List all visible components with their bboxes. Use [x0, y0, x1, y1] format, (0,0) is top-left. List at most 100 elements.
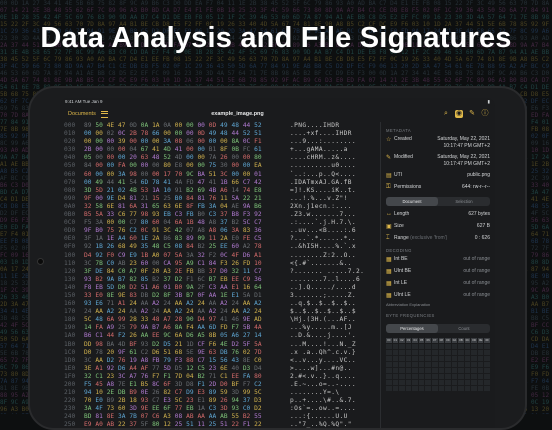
frequency-cell[interactable] — [471, 379, 477, 385]
hex-byte[interactable]: C2 — [254, 381, 261, 388]
hex-byte[interactable]: C9 — [118, 252, 125, 259]
hex-byte[interactable]: E3 — [197, 389, 204, 396]
hex-byte[interactable]: DB — [141, 292, 148, 299]
hex-byte[interactable]: 0C — [118, 130, 125, 137]
hex-byte[interactable]: 9F — [118, 349, 125, 356]
frequency-cell[interactable] — [471, 343, 477, 349]
hex-byte[interactable]: 26 — [220, 154, 227, 161]
hex-byte[interactable]: AA — [197, 324, 204, 331]
hex-byte[interactable]: 08 — [175, 138, 182, 145]
hex-byte[interactable]: F1 — [163, 373, 170, 380]
hex-bytes[interactable]: B5 5A 33 C6 77 98 93 EB C3 FB B0 C3 37 B8 F3 92 — [84, 211, 290, 219]
hex-byte[interactable]: 24 — [118, 308, 125, 315]
hex-byte[interactable]: 76 — [209, 195, 216, 202]
hex-byte[interactable]: 6F — [163, 405, 170, 412]
hex-byte[interactable]: 5D — [107, 284, 114, 291]
hex-byte[interactable]: 3C — [84, 260, 91, 267]
hex-byte[interactable]: BB — [197, 268, 204, 275]
hex-byte[interactable]: 5A — [231, 195, 238, 202]
ascii-text[interactable]: ..D.&....j....'. — [290, 332, 356, 340]
ascii-text[interactable]: 3.......;.....Z. — [290, 292, 356, 300]
hex-row[interactable]: 190 14 FA A9 25 79 9A B7 A6 8A F4 AA 6D FD F7 5B 4A ...%y… — [60, 324, 378, 332]
hex-byte[interactable]: F5 — [84, 219, 91, 226]
hex-byte[interactable]: AD — [254, 316, 261, 323]
hex-byte[interactable]: 3A — [84, 405, 91, 412]
frequency-cell[interactable] — [386, 379, 392, 385]
hex-byte[interactable]: 00 — [118, 154, 125, 161]
hex-byte[interactable]: 48 — [152, 243, 159, 250]
hex-byte[interactable]: E1 — [129, 381, 136, 388]
frequency-cell[interactable] — [412, 385, 418, 391]
hex-byte[interactable]: 00 — [220, 138, 227, 145]
hex-byte[interactable]: 09 — [197, 235, 204, 242]
hex-bytes[interactable]: B6 C1 44 F2 26 AA EE 9C 6A D6 A5 8B 05 A6 27 14 — [84, 332, 290, 340]
hex-byte[interactable]: 1A — [152, 122, 159, 129]
frequency-cell[interactable] — [438, 373, 445, 379]
hex-byte[interactable]: 4F — [231, 252, 238, 259]
hex-byte[interactable]: 6A — [129, 203, 136, 210]
hex-byte[interactable]: C7 — [197, 357, 204, 364]
hex-byte[interactable]: 3C — [163, 227, 170, 234]
hex-byte[interactable]: AA — [141, 300, 148, 307]
hex-byte[interactable]: FD — [220, 324, 227, 331]
hex-row[interactable]: 130 93 B2 9A B7 82 85 B2 37 D2 F1 6C B7 EB EE C9 36.....… — [60, 276, 378, 284]
hex-byte[interactable]: 18 — [129, 397, 136, 404]
hex-byte[interactable]: 79 — [129, 324, 136, 331]
hex-byte[interactable]: 95 — [175, 260, 182, 267]
frequency-cell[interactable] — [386, 343, 392, 349]
hex-byte[interactable]: AA — [163, 308, 170, 315]
hex-byte[interactable]: B2 — [197, 243, 204, 250]
hex-byte[interactable]: 24 — [84, 308, 91, 315]
hex-byte[interactable]: 84 — [84, 162, 91, 169]
hex-byte[interactable]: 25 — [209, 243, 216, 250]
hex-byte[interactable]: 3D — [220, 405, 227, 412]
hex-byte[interactable]: 49 — [220, 122, 227, 129]
hex-byte[interactable]: 23 — [209, 365, 216, 372]
frequency-cell[interactable] — [458, 379, 464, 385]
frequency-cell[interactable] — [464, 349, 471, 355]
ascii-text[interactable]: ..].Q...../....d — [290, 284, 356, 292]
hex-byte[interactable]: AA — [95, 308, 102, 315]
frequency-cell[interactable] — [438, 361, 445, 367]
hex-byte[interactable]: B1 — [209, 146, 216, 153]
frequency-cell[interactable] — [458, 385, 464, 391]
hex-bytes[interactable]: E9 A0 AB 22 37 5F 80 12 25 51 11 25 51 22 F1 22 — [84, 421, 290, 428]
hex-byte[interactable]: F3 — [175, 357, 182, 364]
hex-byte[interactable]: D4 — [84, 252, 91, 259]
frequency-cell[interactable] — [451, 349, 458, 355]
hex-byte[interactable]: 1B — [186, 219, 193, 226]
frequency-cell[interactable] — [464, 373, 471, 379]
hex-byte[interactable]: EE — [152, 332, 159, 339]
hex-byte[interactable]: 22 — [243, 195, 250, 202]
hex-byte[interactable]: 1B — [95, 243, 102, 250]
ascii-text[interactable]: 2.#<.v..}..q.... — [290, 373, 356, 381]
hex-byte[interactable]: B9 — [129, 389, 136, 396]
hex-byte[interactable]: A2 — [254, 300, 261, 307]
hex-byte[interactable]: 1A — [152, 187, 159, 194]
hex-byte[interactable]: 83 — [129, 292, 136, 299]
hex-byte[interactable]: A6 — [231, 332, 238, 339]
hex-byte[interactable]: 75 — [209, 162, 216, 169]
hex-byte[interactable]: EE — [152, 405, 159, 412]
hex-bytes[interactable]: 9F B0 75 76 C2 0C 91 3C 42 07 A8 A8 06 3A 83 36 — [84, 227, 290, 235]
hex-byte[interactable]: C3 — [175, 211, 182, 218]
hex-byte[interactable]: 3E — [84, 365, 91, 372]
ascii-text[interactable]: .PNG....IHDR — [290, 122, 340, 130]
hex-byte[interactable]: 0A — [141, 122, 148, 129]
hex-row[interactable]: 070 00 49 44 41 54 6D 78 41 4A FD 47 41 1B 66 C7 42 .IDAT… — [60, 179, 378, 187]
hex-byte[interactable]: 94 — [84, 389, 91, 396]
hex-byte[interactable]: 1B — [220, 179, 227, 186]
hex-byte[interactable]: 49 — [95, 179, 102, 186]
hex-byte[interactable]: A2 — [141, 308, 148, 315]
hex-byte[interactable]: B7 — [186, 292, 193, 299]
hex-byte[interactable]: 39 — [118, 138, 125, 145]
hex-byte[interactable]: E1 — [197, 397, 204, 404]
hex-byte[interactable]: D2 — [107, 357, 114, 364]
hex-byte[interactable]: 25 — [118, 324, 125, 331]
frequency-cell[interactable] — [438, 379, 445, 385]
frequency-cell[interactable] — [464, 355, 471, 361]
hex-byte[interactable]: 99 — [243, 389, 250, 396]
hex-byte[interactable]: 84 — [209, 260, 216, 267]
hex-row[interactable]: 200 F5 45 A8 7E E1 B5 8C 6F 3D D8 F1 2D D0 BF F7 C2 .E.~.… — [60, 381, 378, 389]
hex-bytes[interactable]: 24 AA A2 24 AA A2 24 AA A2 24 AA A2 24 AA A2 24 — [84, 308, 290, 316]
